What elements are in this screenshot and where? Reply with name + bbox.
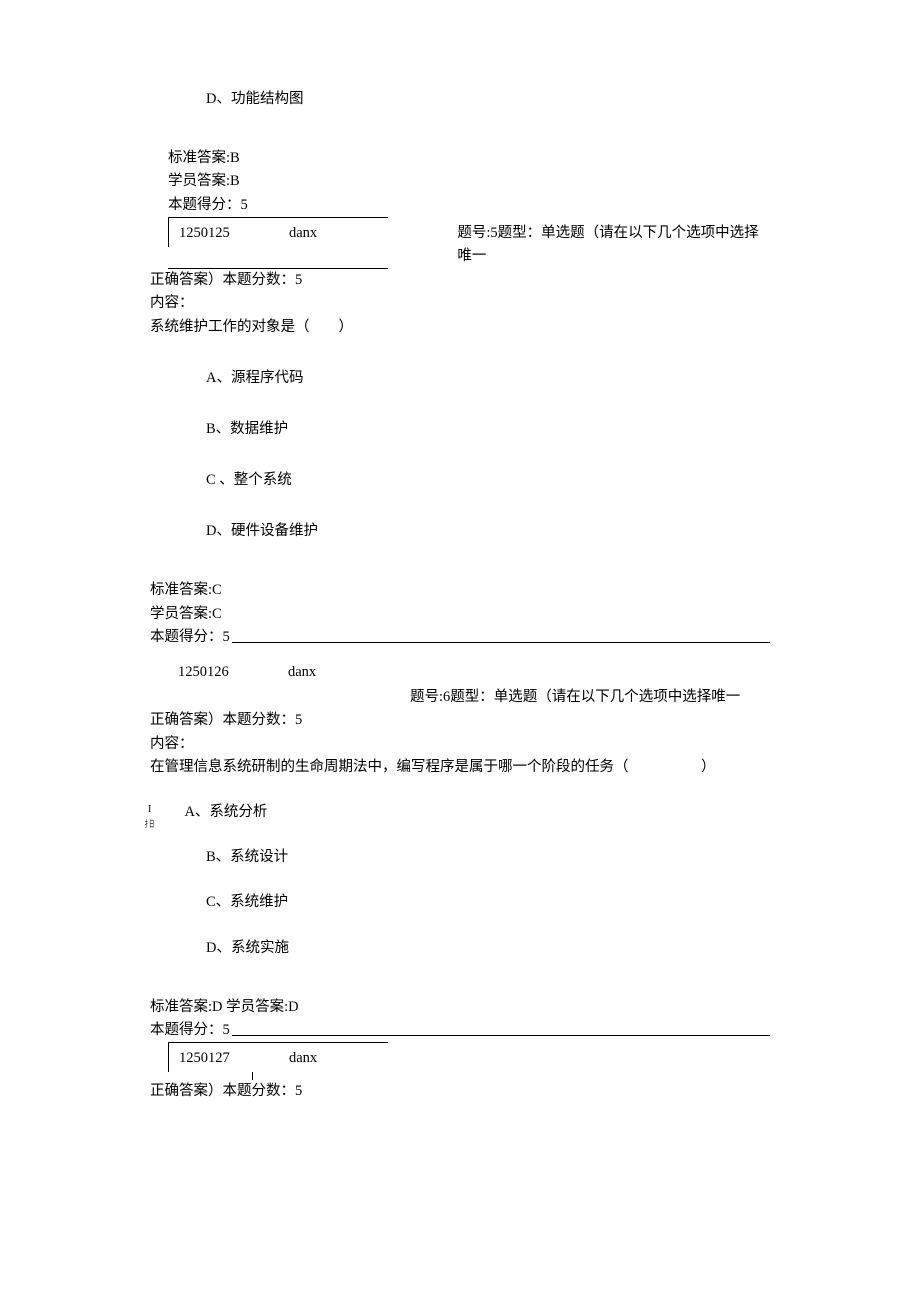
- q4-student-answer: 学员答案:B: [150, 170, 770, 193]
- q4-standard-answer: 标准答案:B: [150, 147, 770, 170]
- divider-line-2: [232, 1034, 770, 1036]
- q5-option-d: D、硬件设备维护: [150, 520, 770, 543]
- q6-answers: 标准答案:D 学员答案:D: [150, 996, 770, 1019]
- divider-line: [232, 641, 770, 643]
- q6-id-number: 1250126: [178, 661, 288, 684]
- q5-option-c: C 、整个系统: [150, 469, 770, 492]
- q6-meta-line2: 正确答案）本题分数：5: [150, 709, 770, 732]
- q5-meta-line1: 题号:5题型：单选题（请在以下几个选项中选择唯一: [377, 222, 770, 268]
- q5-student-answer: 学员答案:C: [150, 603, 770, 626]
- q5-id-tag: danx: [289, 222, 317, 245]
- q6-id-box: 1250126 danx: [168, 657, 388, 686]
- q7-meta-line2: 正确答案）本题分数：5: [150, 1080, 770, 1103]
- q6-id-tag: danx: [288, 661, 316, 684]
- q5-id-number: 1250125: [179, 222, 289, 245]
- q5-option-a: A、源程序代码: [150, 367, 770, 390]
- q6-option-d: D、系统实施: [150, 937, 770, 960]
- q4-score-label: 本题得分：5: [150, 194, 248, 217]
- q5-meta-line2: 正确答案）本题分数：5: [150, 269, 770, 292]
- q6-content-label: 内容：: [150, 733, 770, 756]
- q4-option-d: D、功能结构图: [150, 88, 770, 111]
- q6-option-b: B、系统设计: [150, 846, 770, 869]
- q7-id-tag: danx: [289, 1047, 317, 1070]
- q7-id-number: 1250127: [179, 1047, 289, 1070]
- q6-option-a-text: A、系统分析: [184, 804, 267, 820]
- q6-meta-line1: 题号:6题型：单选题（请在以下几个选项中选择唯一: [150, 686, 770, 709]
- q6-option-c: C、系统维护: [150, 891, 770, 914]
- q5-option-b: B、数据维护: [150, 418, 770, 441]
- q5-stem: 系统维护工作的对象是（ ）: [150, 316, 770, 339]
- q5-id-box: 1250125 danx: [168, 218, 377, 247]
- q7-id-box: 1250127 danx: [168, 1043, 388, 1072]
- artifact-tick: [252, 1072, 253, 1080]
- q6-stem: 在管理信息系统研制的生命周期法中，编写程序是属于哪一个阶段的任务（ ）: [150, 756, 770, 779]
- q5-standard-answer: 标准答案:C: [150, 579, 770, 602]
- q5-content-label: 内容：: [150, 292, 770, 315]
- q5-score-label: 本题得分：5: [150, 626, 230, 649]
- q6-option-a: A、系统分析: [150, 801, 770, 824]
- q6-score-label: 本题得分：5: [150, 1019, 230, 1042]
